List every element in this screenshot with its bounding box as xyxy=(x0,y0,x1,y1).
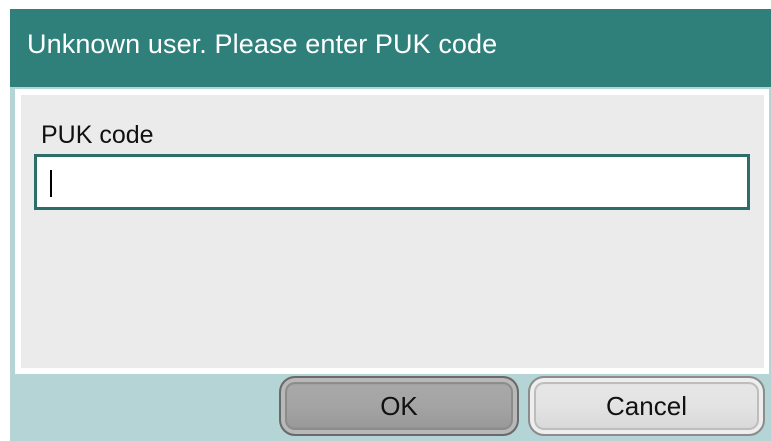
ok-button-label: OK xyxy=(380,390,418,421)
puk-dialog: Unknown user. Please enter PUK code PUK … xyxy=(10,9,771,441)
puk-code-label: PUK code xyxy=(41,121,154,149)
dialog-title: Unknown user. Please enter PUK code xyxy=(27,29,498,59)
cancel-button-label: Cancel xyxy=(606,390,687,421)
puk-code-input[interactable] xyxy=(34,154,750,210)
ok-button[interactable]: OK xyxy=(279,376,519,436)
cancel-button[interactable]: Cancel xyxy=(528,376,765,436)
dialog-title-bar: Unknown user. Please enter PUK code xyxy=(10,9,771,87)
text-caret xyxy=(50,170,52,197)
